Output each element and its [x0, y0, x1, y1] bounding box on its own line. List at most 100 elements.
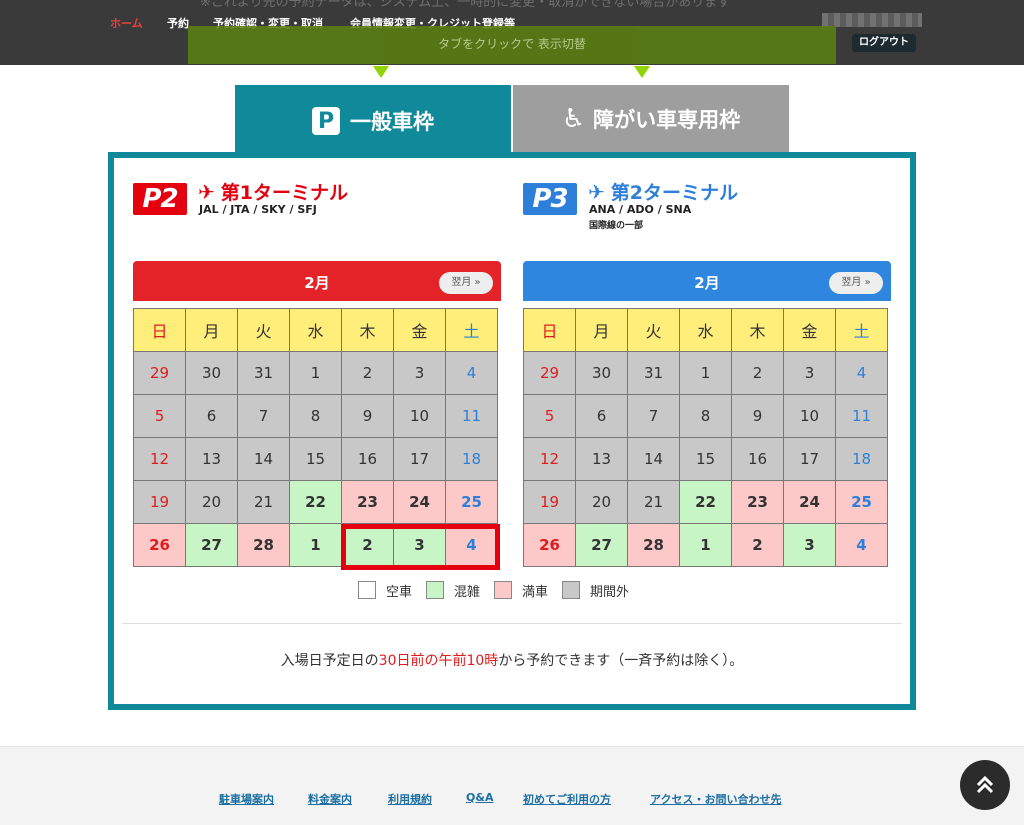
- calendar-day-cell: 18: [835, 437, 888, 481]
- calendar-day-cell[interactable]: 28: [627, 523, 680, 567]
- calendar1-next-month-button[interactable]: 翌月 »: [439, 272, 493, 294]
- calendar-week-row: 26 27 28 1 2 3 4: [523, 523, 888, 567]
- calendar-day-cell[interactable]: 3: [783, 523, 836, 567]
- calendar-day-cell: 17: [393, 437, 446, 481]
- calendar-day-cell: 7: [237, 394, 290, 438]
- legend-swatch-full: [494, 581, 513, 599]
- legend-label: 満車: [522, 584, 549, 600]
- legend-swatch-busy: [426, 581, 445, 599]
- terminal1-title-text: 第1ターミナル: [220, 182, 348, 204]
- weekday-header: 日: [133, 308, 186, 352]
- reservation-note: 入場日予定日の30日前の午前10時から予約できます（一斉予約は除く）。: [122, 650, 902, 670]
- calendar-day-cell: 29: [523, 351, 576, 395]
- calendar-day-cell: 11: [835, 394, 888, 438]
- terminal2-note: 国際線の一部: [589, 221, 644, 231]
- calendar-day-cell: 19: [133, 480, 186, 524]
- calendar-day-cell[interactable]: 24: [393, 480, 446, 524]
- calendar2-next-month-button[interactable]: 翌月 »: [829, 272, 883, 294]
- calendar-day-cell: 15: [679, 437, 732, 481]
- legend-item: 期間外: [562, 581, 629, 600]
- calendar-day-cell: 1: [679, 351, 732, 395]
- weekday-row: 日月火水木金土: [523, 308, 888, 352]
- calendar-week-row: 5 6 7 8 9 10 11: [523, 394, 888, 438]
- calendar-day-cell: 30: [185, 351, 238, 395]
- footer-link-faq[interactable]: Q&A: [466, 791, 493, 804]
- legend-swatch-out: [562, 581, 581, 599]
- logout-button[interactable]: ログアウト: [852, 34, 916, 52]
- weekday-header: 金: [783, 308, 836, 352]
- legend-label: 空車: [386, 584, 413, 600]
- terminal2-title-text: 第2ターミナル: [610, 182, 738, 204]
- calendar-day-cell[interactable]: 1: [289, 523, 342, 567]
- selection-highlight: [341, 524, 500, 570]
- weekday-header: 月: [185, 308, 238, 352]
- calendar-day-cell[interactable]: 22: [679, 480, 732, 524]
- nav-home[interactable]: ホーム: [110, 15, 143, 31]
- calendar-week-row: 19 20 21 22 23 24 25: [133, 480, 498, 524]
- calendar-day-cell: 19: [523, 480, 576, 524]
- calendar-day-cell: 20: [575, 480, 628, 524]
- weekday-header: 水: [679, 308, 732, 352]
- calendar-day-cell[interactable]: 4: [835, 523, 888, 567]
- hint-arrow-down-icon: [634, 66, 650, 78]
- calendar-week-row: 29 30 31 1 2 3 4: [523, 351, 888, 395]
- legend-label: 期間外: [590, 584, 630, 600]
- p3-badge: P3: [523, 183, 577, 215]
- hint-arrow-down-icon: [373, 66, 389, 78]
- calendar-day-cell[interactable]: 23: [731, 480, 784, 524]
- calendar-day-cell: 8: [289, 394, 342, 438]
- calendar-day-cell: 3: [783, 351, 836, 395]
- calendar-day-cell[interactable]: 22: [289, 480, 342, 524]
- calendar-day-cell: 6: [185, 394, 238, 438]
- legend-label: 混雑: [454, 584, 481, 600]
- tab-general[interactable]: P 一般車枠: [235, 85, 511, 157]
- calendar-day-cell: 13: [575, 437, 628, 481]
- calendar-day-cell[interactable]: 26: [133, 523, 186, 567]
- calendar-day-cell: 21: [237, 480, 290, 524]
- calendar-day-cell[interactable]: 25: [835, 480, 888, 524]
- calendar-day-cell[interactable]: 25: [445, 480, 498, 524]
- calendar-day-cell: 2: [341, 351, 394, 395]
- calendar2-header: 2月 翌月 »: [523, 261, 891, 301]
- divider: [122, 623, 902, 624]
- calendar-day-cell: 31: [237, 351, 290, 395]
- calendar-day-cell: 8: [679, 394, 732, 438]
- scroll-top-button[interactable]: [960, 760, 1010, 810]
- calendar-day-cell[interactable]: 23: [341, 480, 394, 524]
- weekday-header: 火: [627, 308, 680, 352]
- calendar-week-row: 19 20 21 22 23 24 25: [523, 480, 888, 524]
- footer-link-access-contact[interactable]: アクセス・お問い合わせ先: [650, 791, 781, 807]
- footer-link-terms[interactable]: 利用規約: [388, 791, 432, 807]
- calendar-day-cell: 11: [445, 394, 498, 438]
- terminal2-title: ✈ 第2ターミナル: [588, 178, 738, 205]
- calendar-day-cell[interactable]: 1: [679, 523, 732, 567]
- calendar-week-row: 12 13 14 15 16 17 18: [523, 437, 888, 481]
- weekday-header: 日: [523, 308, 576, 352]
- calendar2-table: 日月火水木金土 29 30 31 1 2 3 4 5 6 7 8 9 10 11 12 13 14 15 16 17 18…: [523, 308, 888, 567]
- calendar-day-cell[interactable]: 24: [783, 480, 836, 524]
- reservation-note-post: から予約できます（一斉予約は除く）。: [498, 653, 744, 669]
- calendar-day-cell: 10: [393, 394, 446, 438]
- calendar-day-cell[interactable]: 2: [731, 523, 784, 567]
- tab-general-label: 一般車枠: [350, 110, 434, 134]
- footer: 駐車場案内 料金案内 利用規約 Q&A 初めてご利用の方 アクセス・お問い合わせ…: [0, 746, 1024, 825]
- calendar-day-cell: 16: [731, 437, 784, 481]
- reservation-note-highlight: 30日前の午前10時: [378, 653, 499, 669]
- calendar-day-cell: 15: [289, 437, 342, 481]
- calendar-day-cell: 17: [783, 437, 836, 481]
- tab-hint-text: タブをクリックで 表示切替: [438, 37, 586, 51]
- tab-accessible[interactable]: ♿ 障がい車専用枠: [513, 85, 789, 153]
- weekday-header: 水: [289, 308, 342, 352]
- calendar-day-cell[interactable]: 28: [237, 523, 290, 567]
- footer-link-first-time[interactable]: 初めてご利用の方: [523, 791, 611, 807]
- calendar-day-cell: 21: [627, 480, 680, 524]
- terminal1-title: ✈ 第1ターミナル: [198, 178, 348, 205]
- footer-link-parking-guide[interactable]: 駐車場案内: [219, 791, 274, 807]
- calendar-day-cell: 31: [627, 351, 680, 395]
- calendar-day-cell[interactable]: 26: [523, 523, 576, 567]
- calendar-day-cell[interactable]: 27: [575, 523, 628, 567]
- terminal2-airlines: ANA / ADO / SNA: [589, 203, 692, 216]
- footer-link-pricing[interactable]: 料金案内: [308, 791, 352, 807]
- nav-reserve[interactable]: 予約: [167, 15, 189, 31]
- calendar-day-cell[interactable]: 27: [185, 523, 238, 567]
